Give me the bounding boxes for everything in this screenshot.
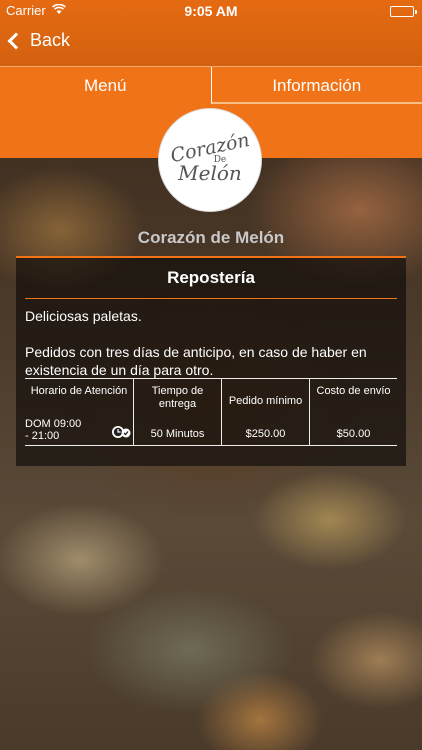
delivery-time-cell: Tiempo de entrega 50 Minutos bbox=[133, 379, 221, 445]
delivery-time-value: 50 Minutos bbox=[150, 428, 205, 440]
hours-value: DOM 09:00 - 21:00 bbox=[25, 418, 82, 442]
schedule-icon[interactable] bbox=[111, 425, 131, 439]
hours-cell: Horario de Atención DOM 09:00 - 21:00 bbox=[25, 379, 133, 445]
description-paragraph: Deliciosas paletas. bbox=[25, 308, 142, 324]
shipping-value: $50.00 bbox=[336, 428, 371, 440]
delivery-time-header: Tiempo de entrega bbox=[151, 385, 204, 410]
tab-informacion[interactable]: Información bbox=[210, 67, 422, 104]
tab-bar: Menú Información bbox=[0, 66, 422, 104]
chevron-left-icon bbox=[7, 32, 25, 49]
shipping-header: Costo de envío bbox=[316, 385, 391, 397]
info-card: Repostería Deliciosas paletas. Pedidos c… bbox=[16, 256, 406, 466]
clock-time: 9:05 AM bbox=[184, 3, 238, 19]
description: Deliciosas paletas. Pedidos con tres día… bbox=[16, 299, 406, 379]
back-button[interactable]: Back bbox=[7, 30, 71, 51]
card-title: Repostería bbox=[167, 268, 255, 287]
navigation-bar: Carrier 9:05 AM Back bbox=[0, 0, 422, 66]
restaurant-logo: Corazón De Melón bbox=[158, 108, 262, 212]
tab-menu[interactable]: Menú bbox=[0, 67, 211, 104]
hours-header: Horario de Atención bbox=[30, 385, 128, 397]
restaurant-name: Corazón de Melón bbox=[137, 228, 285, 247]
back-label: Back bbox=[30, 30, 71, 50]
status-bar: Carrier 9:05 AM bbox=[0, 0, 422, 22]
battery-icon bbox=[390, 6, 417, 17]
min-order-header: Pedido mínimo bbox=[228, 395, 303, 407]
description-paragraph: Pedidos con tres días de anticipo, en ca… bbox=[25, 344, 367, 378]
shipping-cell: Costo de envío $50.00 bbox=[309, 379, 397, 445]
info-table: Horario de Atención DOM 09:00 - 21:00 Ti… bbox=[25, 378, 397, 446]
min-order-cell: Pedido mínimo $250.00 bbox=[221, 379, 309, 445]
min-order-value: $250.00 bbox=[245, 428, 286, 440]
